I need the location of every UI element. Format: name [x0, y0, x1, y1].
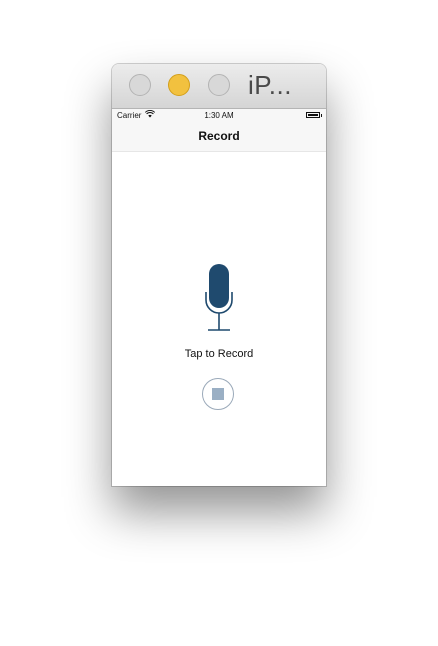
window-titlebar[interactable]: iP...	[112, 64, 326, 109]
status-time: 1:30 AM	[204, 111, 234, 120]
record-screen: Tap to Record	[112, 152, 326, 486]
zoom-window-button[interactable]	[208, 74, 230, 96]
page-title: Record	[198, 129, 240, 143]
microphone-icon[interactable]	[205, 264, 233, 337]
battery-nub	[321, 114, 322, 117]
window-title: iP...	[248, 70, 292, 100]
stop-button[interactable]	[202, 378, 234, 410]
battery-icon	[306, 112, 320, 118]
stop-icon	[212, 388, 224, 400]
close-window-button[interactable]	[129, 74, 151, 96]
minimize-window-button[interactable]	[168, 74, 190, 96]
tap-to-record-label: Tap to Record	[184, 348, 254, 360]
status-bar: Carrier 1:30 AM	[112, 109, 326, 122]
simulator-window: iP... Carrier 1:30 AM Record Tap to Reco…	[112, 64, 326, 486]
navigation-bar: Record	[112, 122, 326, 152]
